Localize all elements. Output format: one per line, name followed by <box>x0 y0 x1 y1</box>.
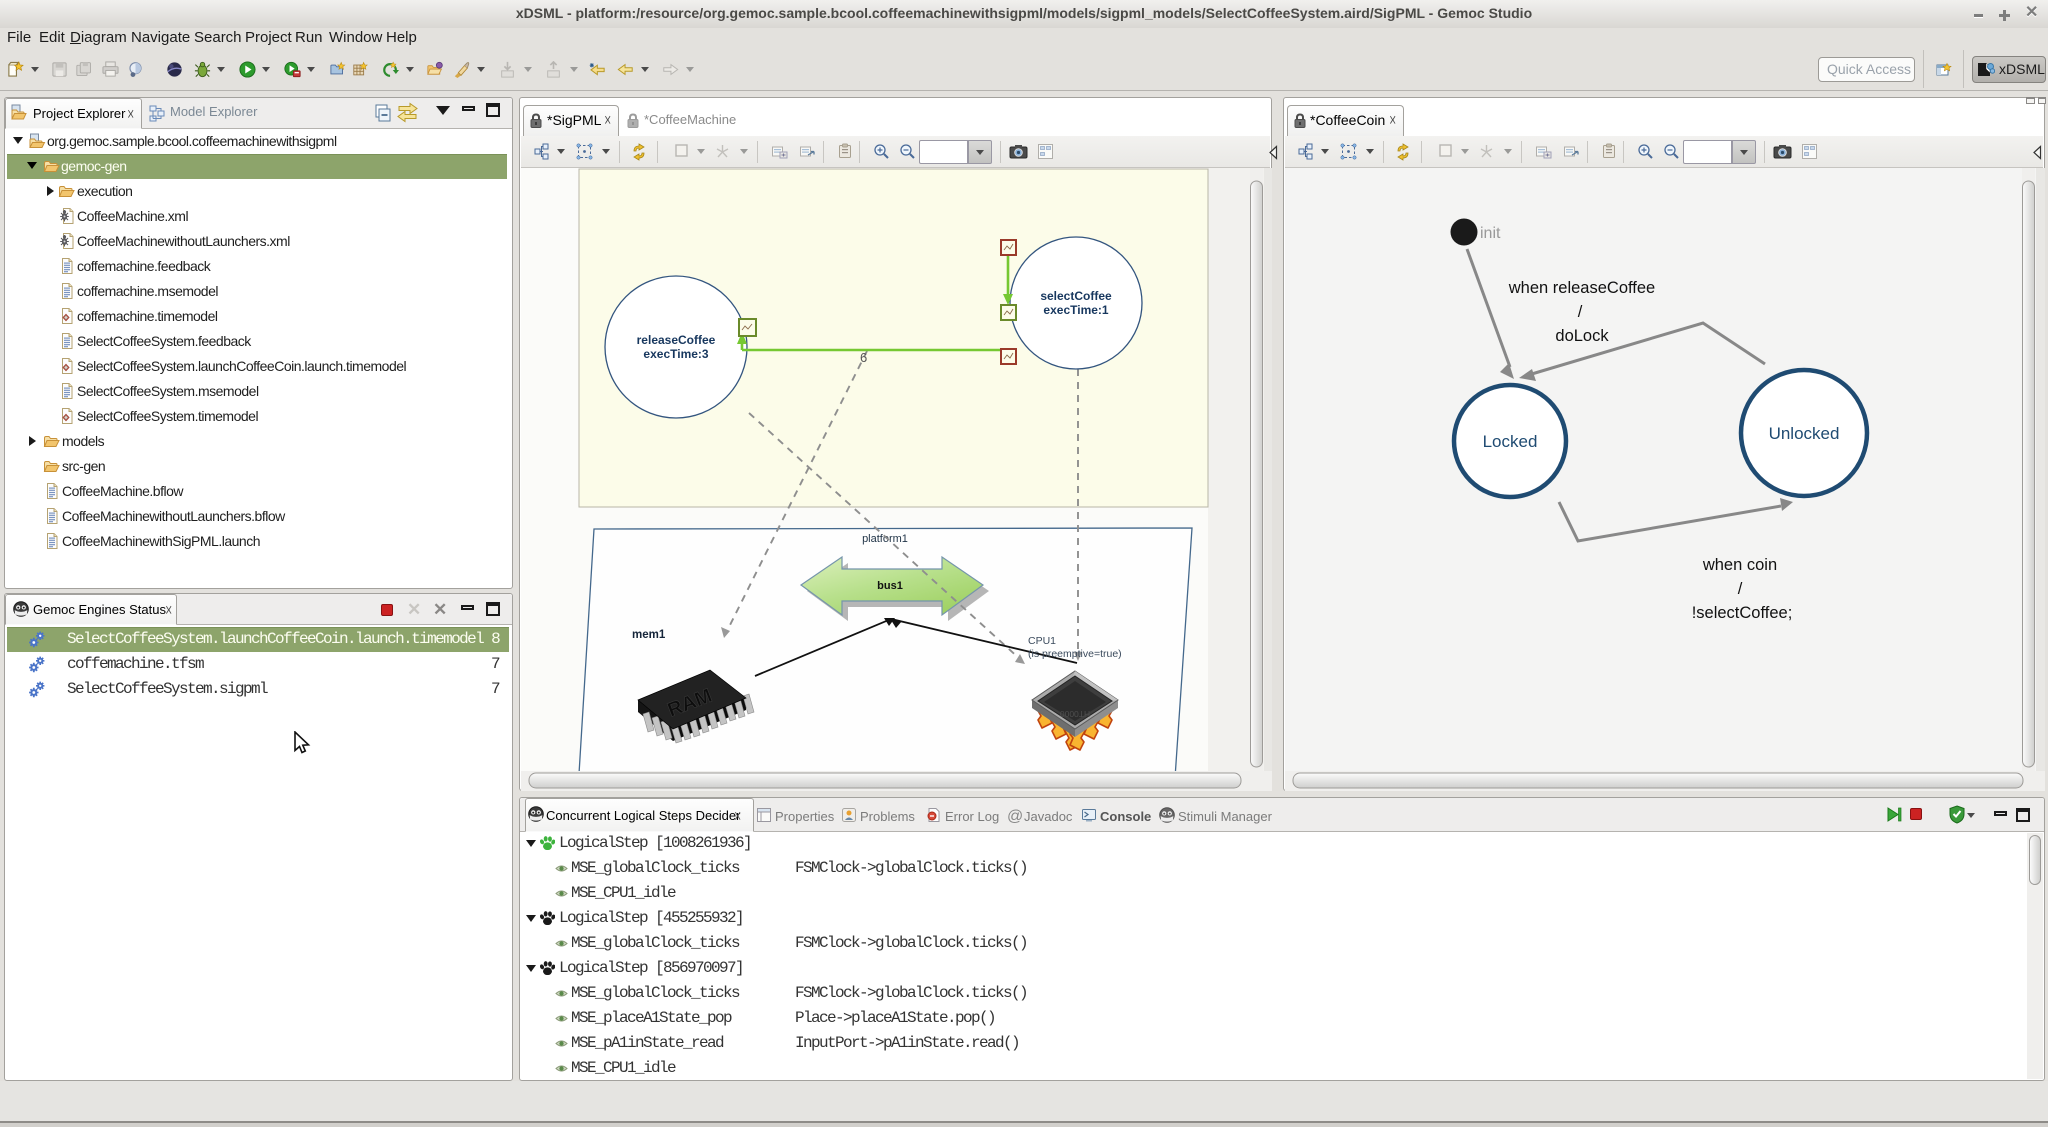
svg-text:Unlocked: Unlocked <box>1769 424 1840 443</box>
svg-text:when releaseCoffee: when releaseCoffee <box>1508 279 1655 297</box>
svg-text:CPU1: CPU1 <box>1028 635 1056 647</box>
svg-text:when coin: when coin <box>1702 556 1777 574</box>
svg-text:/: / <box>1738 580 1743 598</box>
svg-text:(is preemptive=true): (is preemptive=true) <box>1028 648 1122 660</box>
svg-text:releaseCoffee: releaseCoffee <box>637 333 716 347</box>
svg-text:execTime:3: execTime:3 <box>643 347 708 361</box>
svg-text:doLock: doLock <box>1555 327 1609 345</box>
svg-text:execTime:1: execTime:1 <box>1043 303 1108 317</box>
svg-text:6: 6 <box>860 350 867 365</box>
svg-text:platform1: platform1 <box>862 533 908 545</box>
svg-text:/: / <box>1578 303 1583 321</box>
svg-text:mem1: mem1 <box>632 629 666 641</box>
svg-text:selectCoffee: selectCoffee <box>1040 289 1112 303</box>
svg-text:init: init <box>1480 225 1501 242</box>
svg-text:bus1: bus1 <box>877 580 903 592</box>
svg-text:HT0000: HT0000 <box>1060 709 1091 719</box>
svg-text:!selectCoffee;: !selectCoffee; <box>1692 604 1793 622</box>
svg-text:Locked: Locked <box>1483 432 1538 451</box>
